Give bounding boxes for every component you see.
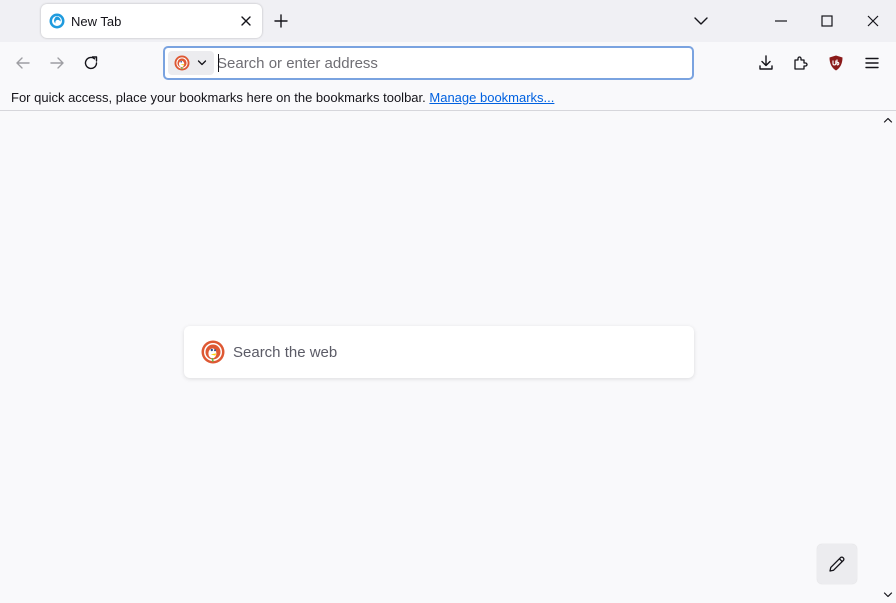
minimize-icon[interactable]: [773, 13, 789, 29]
extensions-icon[interactable]: [792, 54, 810, 72]
page-scrollbar[interactable]: [879, 112, 896, 603]
chevron-down-icon[interactable]: [883, 590, 893, 600]
chevron-down-icon[interactable]: [693, 13, 709, 29]
nav-toolbar: [0, 42, 896, 85]
search-engine-button[interactable]: [168, 51, 214, 75]
ublock-origin-icon[interactable]: [827, 54, 845, 72]
close-icon[interactable]: [865, 13, 881, 29]
arrow-right-icon[interactable]: [48, 54, 66, 72]
arrow-left-icon[interactable]: [14, 54, 32, 72]
maximize-icon[interactable]: [819, 13, 835, 29]
bookmarks-toolbar: For quick access, place your bookmarks h…: [0, 85, 896, 111]
web-search-box[interactable]: [184, 326, 694, 378]
newtab-page: [0, 112, 879, 603]
hamburger-menu-icon[interactable]: [863, 54, 881, 72]
text-caret: [218, 54, 219, 72]
pencil-icon: [829, 556, 845, 572]
bookmarks-message-text: For quick access, place your bookmarks h…: [11, 90, 426, 105]
duckduckgo-icon: [201, 340, 225, 364]
customize-newtab-button[interactable]: [817, 544, 857, 584]
chevron-down-icon: [197, 60, 207, 66]
reload-icon[interactable]: [82, 54, 100, 72]
download-icon[interactable]: [757, 54, 775, 72]
firefox-icon: [49, 13, 65, 29]
bookmarks-empty-message: For quick access, place your bookmarks h…: [11, 90, 554, 105]
tab-strip: New Tab: [0, 0, 896, 42]
plus-icon[interactable]: [272, 12, 290, 30]
tab-new-tab[interactable]: New Tab: [41, 4, 262, 38]
url-input[interactable]: [217, 52, 677, 74]
duckduckgo-icon: [174, 55, 190, 71]
tab-title: New Tab: [71, 14, 122, 29]
web-search-input[interactable]: [233, 341, 673, 363]
chevron-up-icon[interactable]: [883, 115, 893, 125]
manage-bookmarks-link[interactable]: Manage bookmarks...: [429, 90, 554, 105]
url-bar[interactable]: [163, 46, 694, 80]
close-tab-icon[interactable]: [238, 13, 254, 29]
